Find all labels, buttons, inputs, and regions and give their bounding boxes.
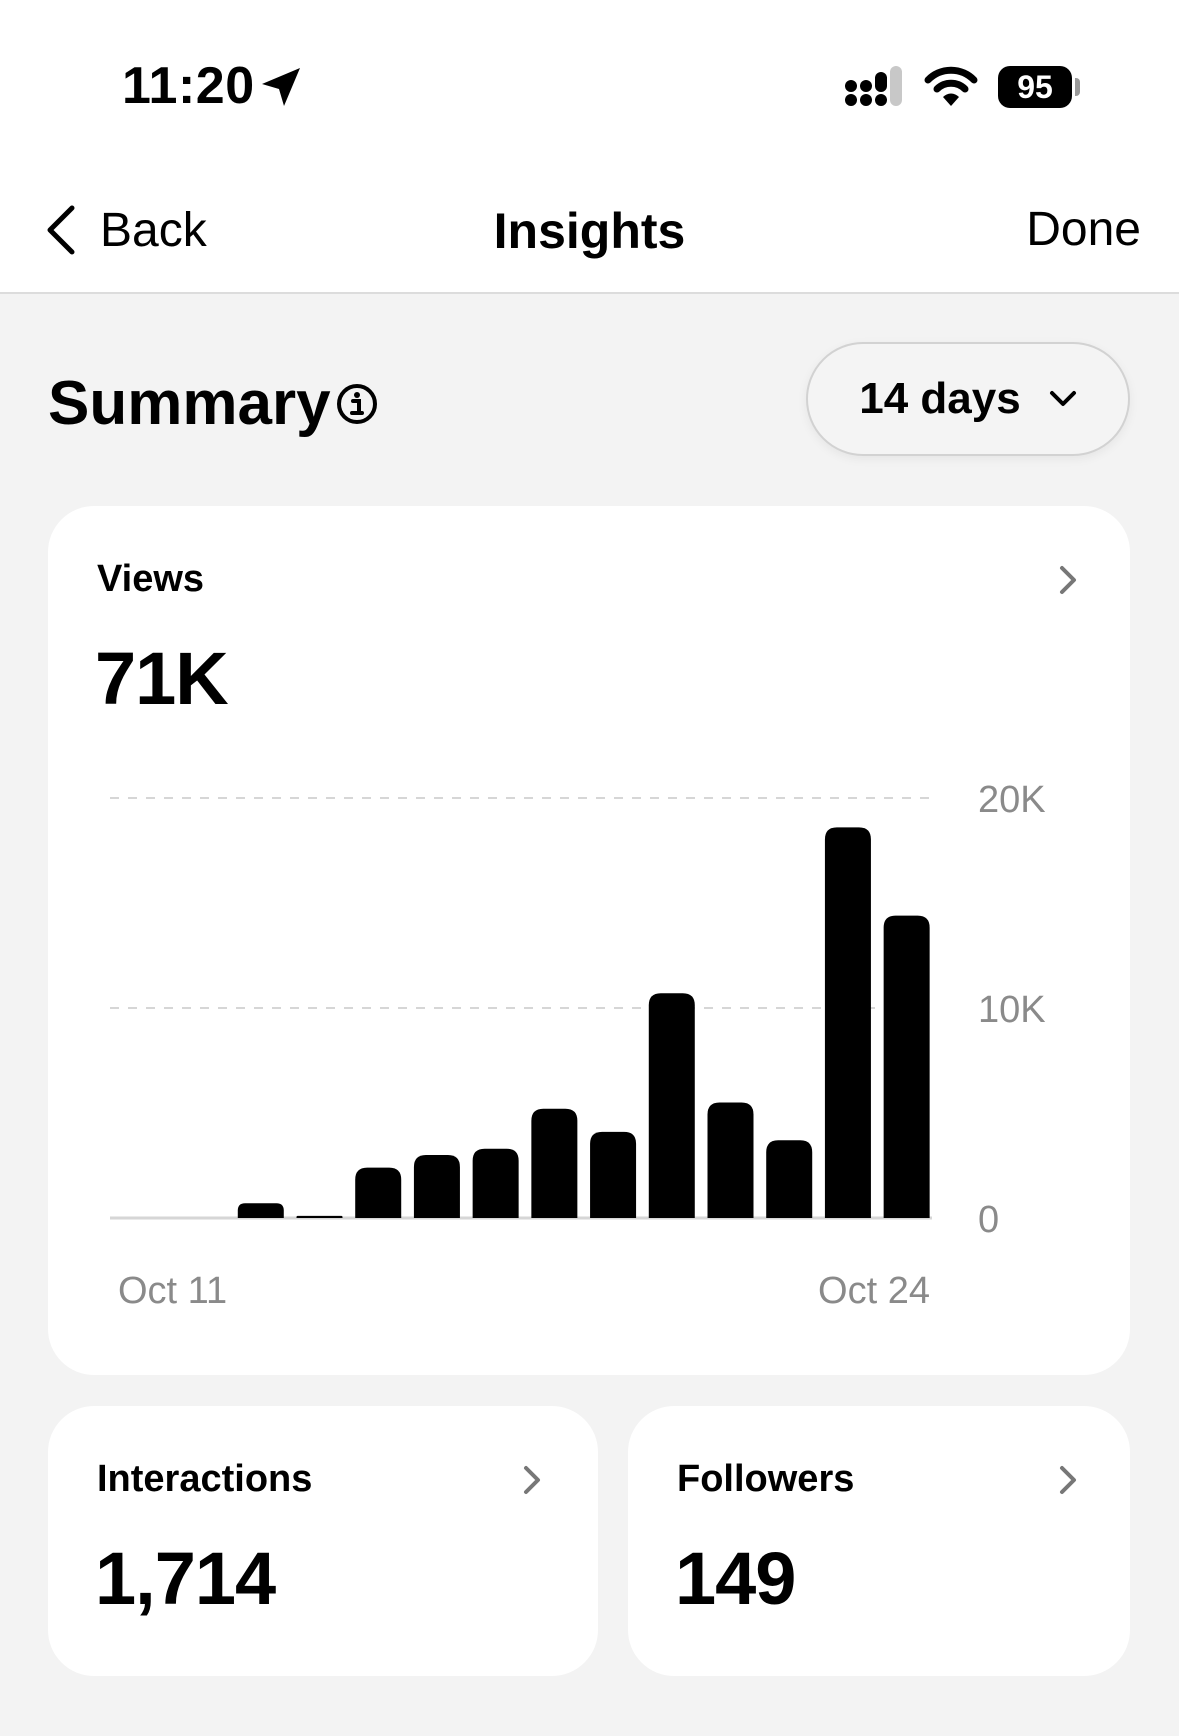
info-icon[interactable] bbox=[336, 383, 378, 425]
chart-bar bbox=[413, 1155, 460, 1218]
interactions-value: 1,714 bbox=[95, 1537, 276, 1620]
chart-bar bbox=[707, 1102, 754, 1218]
location-arrow-icon bbox=[262, 68, 300, 106]
chart-bar bbox=[824, 827, 871, 1218]
cellular-signal-icon bbox=[845, 66, 902, 106]
chart-bar bbox=[237, 1203, 284, 1218]
chevron-down-icon bbox=[1049, 391, 1076, 406]
chart-bar bbox=[590, 1131, 637, 1218]
followers-card[interactable]: Followers 149 bbox=[628, 1406, 1130, 1676]
x-tick-label: Oct 11 bbox=[118, 1270, 227, 1312]
chart-bar bbox=[883, 915, 930, 1218]
page-title: Insights bbox=[493, 203, 686, 259]
battery-icon: 95 bbox=[998, 66, 1072, 108]
battery-tip bbox=[1075, 78, 1080, 96]
y-tick-label: 10K bbox=[978, 989, 1046, 1031]
y-tick-label: 20K bbox=[978, 779, 1046, 821]
interactions-label: Interactions bbox=[97, 1458, 313, 1500]
followers-value: 149 bbox=[675, 1537, 796, 1620]
chart-bar bbox=[355, 1167, 402, 1218]
interactions-card[interactable]: Interactions 1,714 bbox=[48, 1406, 598, 1676]
chart-bar bbox=[648, 993, 695, 1218]
status-bar: 11:20 95 bbox=[0, 0, 1179, 160]
chart-bar bbox=[296, 1215, 343, 1218]
status-time: 11:20 bbox=[122, 57, 255, 115]
x-tick-label: Oct 24 bbox=[818, 1270, 930, 1312]
summary-title: Summary bbox=[48, 369, 331, 438]
followers-label: Followers bbox=[677, 1458, 855, 1500]
chevron-right-icon[interactable] bbox=[522, 1464, 542, 1496]
date-range-dropdown[interactable]: 14 days bbox=[806, 342, 1130, 456]
done-button[interactable]: Done bbox=[1026, 202, 1141, 257]
wifi-icon bbox=[924, 66, 978, 106]
chart-bar bbox=[472, 1148, 519, 1218]
date-range-value: 14 days bbox=[859, 374, 1021, 423]
chevron-right-icon[interactable] bbox=[1058, 1464, 1078, 1496]
views-bar-chart: 0 10K 20K Oct 11 Oct 24 bbox=[110, 779, 1046, 1312]
y-tick-label: 0 bbox=[978, 1199, 999, 1241]
chart-bar bbox=[766, 1140, 813, 1218]
views-card[interactable]: Views 71K 0 10K 20K Oct 11 Oct 24 bbox=[48, 506, 1130, 1375]
navigation-bar: Back Insights Done bbox=[0, 160, 1179, 294]
chart-bar bbox=[531, 1108, 578, 1218]
